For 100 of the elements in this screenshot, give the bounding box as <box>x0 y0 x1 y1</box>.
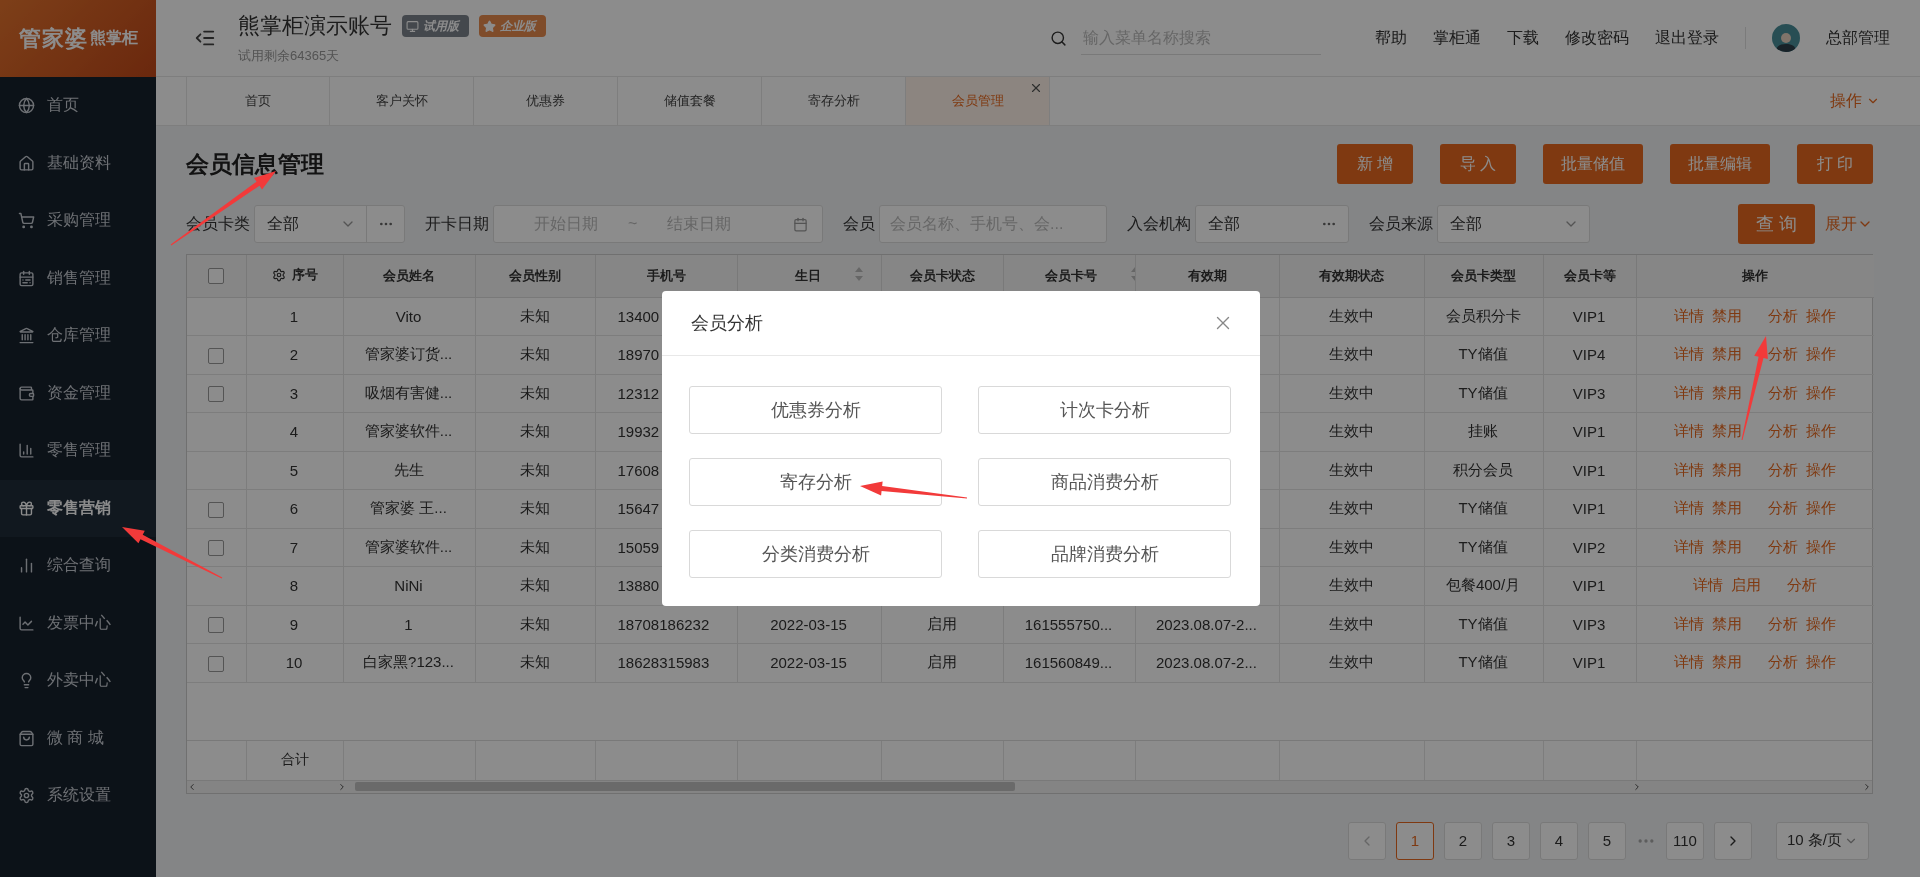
scroll-right-icon[interactable] <box>1632 781 1642 792</box>
row-action-link[interactable]: 详情 <box>1673 383 1704 401</box>
row-checkbox[interactable] <box>207 540 224 557</box>
sidebar-item[interactable]: 采购管理 <box>0 192 156 250</box>
page-button[interactable]: 1 <box>1395 821 1434 860</box>
row-action-link[interactable]: 详情 <box>1673 345 1704 363</box>
row-checkbox[interactable] <box>207 655 224 672</box>
row-action-link[interactable]: 操作 <box>1805 460 1836 478</box>
row-action-link[interactable]: 详情 <box>1673 460 1704 478</box>
sidebar-item[interactable]: 零售管理 <box>0 422 156 480</box>
sidebar-item[interactable]: 系统设置 <box>0 767 156 825</box>
sidebar-item[interactable]: 仓库管理 <box>0 307 156 365</box>
page-button[interactable]: 2 <box>1443 821 1482 860</box>
action-button[interactable]: 打 印 <box>1797 144 1873 184</box>
row-action-link[interactable]: 操作 <box>1805 422 1836 440</box>
row-action-link[interactable]: 详情 <box>1673 614 1704 632</box>
header-link[interactable]: 退出登录 <box>1655 27 1719 49</box>
page-button[interactable]: 3 <box>1491 821 1530 860</box>
sidebar-item[interactable]: 基础资料 <box>0 134 156 192</box>
page-size-select[interactable]: 10 条/页 <box>1775 821 1869 860</box>
row-checkbox[interactable] <box>207 617 224 634</box>
header-link[interactable]: 帮助 <box>1375 27 1407 49</box>
sidebar-item[interactable]: 资金管理 <box>0 364 156 422</box>
row-action-link[interactable]: 禁用 <box>1711 460 1742 478</box>
row-action-link[interactable]: 禁用 <box>1711 614 1742 632</box>
header-link[interactable]: 掌柜通 <box>1433 27 1481 49</box>
row-action-link[interactable]: 详情 <box>1673 306 1704 324</box>
row-action-link[interactable]: 禁用 <box>1711 537 1742 555</box>
row-action-link[interactable]: 操作 <box>1805 345 1836 363</box>
user-name[interactable]: 总部管理 <box>1826 27 1890 49</box>
scroll-left-icon[interactable] <box>187 781 197 792</box>
row-action-link[interactable]: 分析 <box>1767 653 1798 671</box>
row-action-link[interactable]: 详情 <box>1673 422 1704 440</box>
sidebar-item[interactable]: 零售营销 <box>0 479 156 537</box>
settings-icon[interactable] <box>271 268 286 283</box>
avatar-icon[interactable] <box>1772 24 1800 52</box>
sort-icon[interactable] <box>855 267 863 282</box>
row-action-link[interactable]: 分析 <box>1767 345 1798 363</box>
page-tab[interactable]: 首页 <box>186 77 330 125</box>
analysis-option-button[interactable]: 品牌消费分析 <box>978 530 1231 578</box>
row-action-link[interactable]: 操作 <box>1805 306 1836 324</box>
next-page-button[interactable] <box>1713 821 1752 860</box>
horizontal-scrollbar[interactable] <box>187 779 1872 793</box>
row-action-link[interactable]: 禁用 <box>1711 653 1742 671</box>
select-all-checkbox[interactable] <box>208 268 225 285</box>
row-action-link[interactable]: 分析 <box>1767 460 1798 478</box>
row-action-link[interactable]: 分析 <box>1767 499 1798 517</box>
select-field[interactable]: 全部 <box>1195 205 1349 243</box>
query-button[interactable]: 查 询 <box>1738 204 1815 244</box>
expand-link[interactable]: 展开 <box>1825 213 1873 235</box>
analysis-option-button[interactable]: 计次卡分析 <box>978 386 1231 434</box>
page-tab[interactable]: 会员管理 <box>906 77 1050 125</box>
row-action-link[interactable]: 操作 <box>1805 614 1836 632</box>
header-link[interactable]: 下载 <box>1507 27 1539 49</box>
row-action-link[interactable]: 分析 <box>1767 537 1798 555</box>
row-action-link[interactable]: 操作 <box>1805 383 1836 401</box>
header-link[interactable]: 修改密码 <box>1565 27 1629 49</box>
row-action-link[interactable]: 禁用 <box>1711 306 1742 324</box>
row-action-link[interactable]: 禁用 <box>1711 499 1742 517</box>
action-button[interactable]: 新 增 <box>1337 144 1413 184</box>
row-action-link[interactable]: 分析 <box>1786 576 1817 594</box>
row-action-link[interactable]: 操作 <box>1805 653 1836 671</box>
row-action-link[interactable]: 操作 <box>1805 537 1836 555</box>
sidebar-item[interactable]: 外卖中心 <box>0 652 156 710</box>
close-icon[interactable] <box>1029 81 1043 95</box>
analysis-option-button[interactable]: 寄存分析 <box>689 458 942 506</box>
row-action-link[interactable]: 分析 <box>1767 383 1798 401</box>
search-icon[interactable] <box>1050 29 1067 47</box>
row-checkbox[interactable] <box>207 347 224 364</box>
sidebar-item[interactable]: 微 商 城 <box>0 709 156 767</box>
row-action-link[interactable]: 分析 <box>1767 614 1798 632</box>
row-action-link[interactable]: 禁用 <box>1711 422 1742 440</box>
analysis-option-button[interactable]: 分类消费分析 <box>689 530 942 578</box>
scroll-right-icon[interactable] <box>1862 781 1872 792</box>
row-action-link[interactable]: 分析 <box>1767 422 1798 440</box>
row-action-link[interactable]: 禁用 <box>1711 383 1742 401</box>
row-action-link[interactable]: 详情 <box>1673 499 1704 517</box>
action-button[interactable]: 导 入 <box>1440 144 1516 184</box>
select-field[interactable]: 全部 <box>254 205 405 243</box>
action-button[interactable]: 批量编辑 <box>1670 144 1770 184</box>
row-action-link[interactable]: 详情 <box>1692 576 1723 594</box>
row-checkbox[interactable] <box>207 386 224 403</box>
analysis-option-button[interactable]: 商品消费分析 <box>978 458 1231 506</box>
row-action-link[interactable]: 分析 <box>1767 306 1798 324</box>
row-action-link[interactable]: 操作 <box>1805 499 1836 517</box>
sidebar-item[interactable]: 综合查询 <box>0 537 156 595</box>
page-button[interactable]: 5 <box>1587 821 1626 860</box>
analysis-option-button[interactable]: 优惠券分析 <box>689 386 942 434</box>
sidebar-item[interactable]: 发票中心 <box>0 594 156 652</box>
row-action-link[interactable]: 启用 <box>1730 576 1761 594</box>
tab-actions-link[interactable]: 操作 <box>1830 77 1880 125</box>
row-action-link[interactable]: 详情 <box>1673 653 1704 671</box>
row-action-link[interactable]: 详情 <box>1673 537 1704 555</box>
select-field[interactable]: 全部 <box>1437 205 1590 243</box>
sidebar-item[interactable]: 销售管理 <box>0 249 156 307</box>
previous-page-button[interactable] <box>1347 821 1386 860</box>
page-button[interactable]: 4 <box>1539 821 1578 860</box>
row-checkbox[interactable] <box>207 501 224 518</box>
scroll-right-icon[interactable] <box>337 781 347 792</box>
row-action-link[interactable]: 禁用 <box>1711 345 1742 363</box>
